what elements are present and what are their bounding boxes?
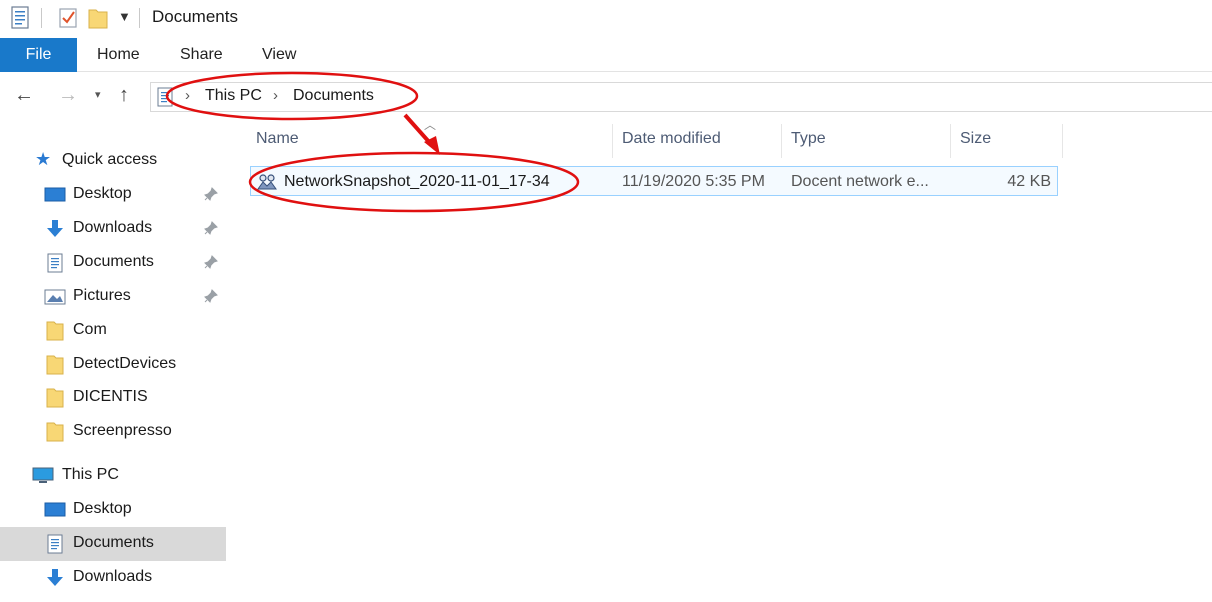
ribbon: File Home Share View [0,38,1212,72]
downloads-icon [47,569,63,586]
nav-item-label: Documents [73,534,154,551]
window-title: Documents [152,7,238,26]
pictures-icon [44,289,66,305]
file-date-modified: 11/19/2020 5:35 PM [622,173,765,190]
column-divider[interactable] [612,124,613,158]
annotation-arrowhead [424,136,440,155]
file-type: Docent network e... [791,173,929,190]
nav-item-downloads[interactable]: Downloads [0,212,226,246]
breadcrumb-this-pc[interactable]: This PC [205,87,262,105]
nav-item-this-pc[interactable]: This PC [0,459,226,493]
pin-icon[interactable] [204,221,218,235]
nav-item-folder-dicentis[interactable]: DICENTIS [0,381,226,415]
documents-icon [157,87,173,107]
computer-icon [32,467,54,483]
back-button[interactable]: ← [14,84,34,107]
nav-item-pictures[interactable]: Pictures [0,280,226,314]
nav-item-this-pc-downloads[interactable]: Downloads [0,561,226,595]
nav-item-label: Downloads [73,219,153,236]
nav-item-folder-detectdevices[interactable]: DetectDevices [0,348,226,382]
nav-item-label: DICENTIS [73,388,148,405]
chevron-right-icon[interactable]: › [273,87,278,104]
breadcrumb-documents[interactable]: Documents [293,87,374,105]
nav-item-label: Desktop [73,185,132,202]
nav-item-documents[interactable]: Documents [0,246,226,280]
customize-dropdown-icon[interactable]: ▼ [118,9,131,24]
tab-share[interactable]: Share [180,38,223,72]
desktop-icon [44,187,66,202]
column-divider[interactable] [781,124,782,158]
pin-icon[interactable] [204,255,218,269]
forward-button[interactable]: → [58,84,78,107]
nav-item-label: Desktop [73,500,132,517]
documents-icon [47,253,63,273]
nav-item-desktop[interactable]: Desktop [0,178,226,212]
folder-icon [46,422,64,442]
up-button[interactable]: ↑ [119,84,129,107]
recent-locations-dropdown[interactable]: ▾ [95,88,101,101]
tab-home[interactable]: Home [97,38,140,72]
nav-item-label: Documents [73,253,154,270]
pin-icon[interactable] [204,289,218,303]
new-folder-icon[interactable] [88,6,108,30]
tab-file[interactable]: File [0,38,77,72]
network-file-icon [257,174,277,190]
nav-item-this-pc-documents[interactable]: Documents [0,527,226,561]
nav-item-folder-screenpresso[interactable]: Screenpresso [0,415,226,449]
desktop-icon [44,502,66,517]
documents-icon [47,534,63,554]
column-header-date-modified[interactable]: Date modified [622,130,721,148]
column-divider[interactable] [950,124,951,158]
column-header-name[interactable]: Name [256,130,299,148]
column-divider[interactable] [1062,124,1063,158]
tab-view[interactable]: View [262,38,296,72]
file-size: 42 KB [1007,173,1051,190]
nav-item-label: Downloads [73,568,153,585]
file-name: NetworkSnapshot_2020-11-01_17-34 [284,173,550,190]
downloads-icon [47,220,63,237]
nav-item-label: Pictures [73,287,131,304]
nav-item-quick-access[interactable]: ★ Quick access [0,144,226,178]
title-bar: ▼ Documents [0,0,1212,38]
chevron-right-icon[interactable]: › [185,87,190,104]
star-icon: ★ [35,149,52,169]
address-bar[interactable]: › This PC › Documents [150,82,1212,112]
properties-icon[interactable] [10,6,30,30]
toolbar-separator [41,8,42,28]
nav-item-label: Screenpresso [73,422,172,439]
column-header-size[interactable]: Size [960,130,991,148]
folder-icon [46,388,64,408]
nav-item-folder-com[interactable]: Com [0,314,226,348]
sort-ascending-icon: ︿ [424,118,437,132]
nav-item-this-pc-desktop[interactable]: Desktop [0,493,226,527]
column-header-type[interactable]: Type [791,130,826,148]
toolbar-separator [139,8,140,28]
folder-icon [46,321,64,341]
pin-icon[interactable] [204,187,218,201]
nav-item-label: Quick access [62,151,158,168]
checkbox-icon[interactable] [58,6,78,30]
file-row[interactable]: NetworkSnapshot_2020-11-01_17-34 11/19/2… [250,166,1058,196]
folder-icon [46,355,64,375]
nav-item-label: This PC [62,466,119,483]
nav-item-label: Com [73,321,107,338]
nav-item-label: DetectDevices [73,355,177,372]
